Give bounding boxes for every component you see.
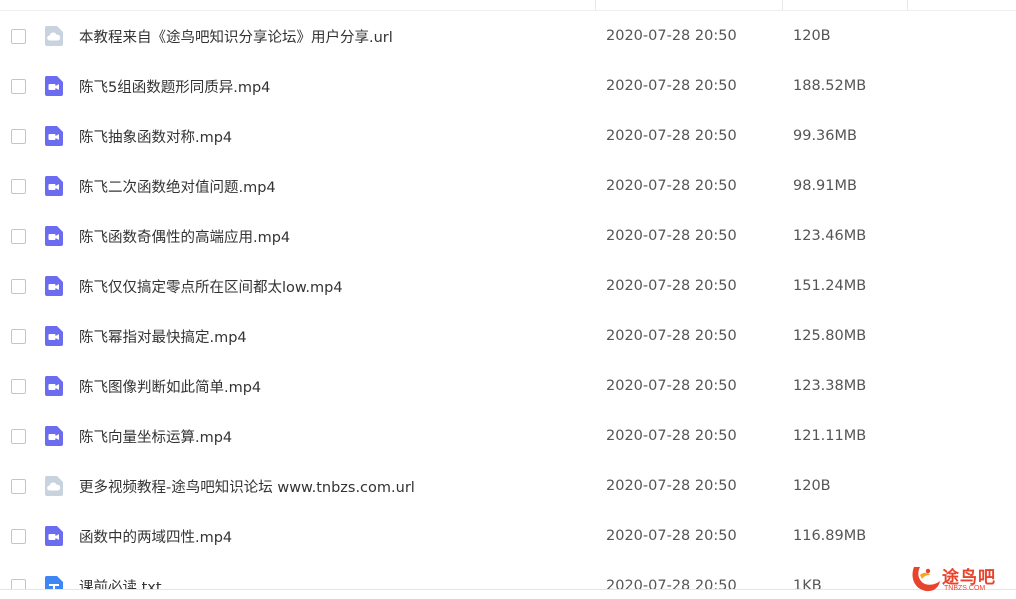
file-size: 123.38MB bbox=[793, 378, 867, 394]
row-checkbox[interactable] bbox=[11, 178, 26, 194]
file-modified-date: 2020-07-28 20:50 bbox=[606, 378, 737, 394]
row-checkbox[interactable] bbox=[11, 378, 26, 394]
video-file-icon[interactable] bbox=[43, 425, 65, 447]
file-row[interactable]: 陈飞抽象函数对称.mp4 2020-07-28 20:50 99.36MB bbox=[0, 111, 1016, 161]
file-name[interactable]: 陈飞5组函数题形同质异.mp4 bbox=[79, 76, 270, 97]
file-size: 120B bbox=[793, 28, 831, 44]
row-checkbox[interactable] bbox=[11, 28, 26, 44]
watermark-subtext: TNBZS.COM bbox=[944, 585, 986, 592]
file-row[interactable]: 陈飞5组函数题形同质异.mp4 2020-07-28 20:50 188.52M… bbox=[0, 61, 1016, 111]
column-divider[interactable] bbox=[907, 0, 908, 10]
file-size: 151.24MB bbox=[793, 278, 867, 294]
file-name[interactable]: 陈飞幂指对最快搞定.mp4 bbox=[79, 326, 247, 347]
row-checkbox[interactable] bbox=[11, 328, 26, 344]
file-name[interactable]: 函数中的两域四性.mp4 bbox=[79, 526, 232, 547]
file-name[interactable]: 更多视频教程-途鸟吧知识论坛 www.tnbzs.com.url bbox=[79, 476, 415, 497]
link-file-icon[interactable] bbox=[43, 475, 65, 497]
video-file-icon[interactable] bbox=[43, 525, 65, 547]
file-modified-date: 2020-07-28 20:50 bbox=[606, 128, 737, 144]
file-row[interactable]: 陈飞图像判断如此简单.mp4 2020-07-28 20:50 123.38MB bbox=[0, 361, 1016, 411]
file-list: 本教程来自《途鸟吧知识分享论坛》用户分享.url 2020-07-28 20:5… bbox=[0, 11, 1016, 599]
file-modified-date: 2020-07-28 20:50 bbox=[606, 78, 737, 94]
file-name[interactable]: 陈飞函数奇偶性的高端应用.mp4 bbox=[79, 226, 290, 247]
file-size: 123.46MB bbox=[793, 228, 867, 244]
video-file-icon[interactable] bbox=[43, 225, 65, 247]
file-row[interactable]: 陈飞向量坐标运算.mp4 2020-07-28 20:50 121.11MB bbox=[0, 411, 1016, 461]
video-file-icon[interactable] bbox=[43, 375, 65, 397]
file-modified-date: 2020-07-28 20:50 bbox=[606, 178, 737, 194]
file-size: 125.80MB bbox=[793, 328, 867, 344]
file-size: 188.52MB bbox=[793, 78, 867, 94]
row-checkbox[interactable] bbox=[11, 428, 26, 444]
row-checkbox[interactable] bbox=[11, 228, 26, 244]
column-divider[interactable] bbox=[595, 0, 596, 10]
file-modified-date: 2020-07-28 20:50 bbox=[606, 278, 737, 294]
video-file-icon[interactable] bbox=[43, 275, 65, 297]
column-header-strip bbox=[0, 0, 1016, 11]
video-file-icon[interactable] bbox=[43, 125, 65, 147]
link-file-icon[interactable] bbox=[43, 25, 65, 47]
file-name[interactable]: 陈飞抽象函数对称.mp4 bbox=[79, 126, 232, 147]
file-modified-date: 2020-07-28 20:50 bbox=[606, 428, 737, 444]
file-modified-date: 2020-07-28 20:50 bbox=[606, 528, 737, 544]
file-modified-date: 2020-07-28 20:50 bbox=[606, 478, 737, 494]
file-size: 116.89MB bbox=[793, 528, 867, 544]
file-size: 98.91MB bbox=[793, 178, 857, 194]
file-row[interactable]: 陈飞仅仅搞定零点所在区间都太low.mp4 2020-07-28 20:50 1… bbox=[0, 261, 1016, 311]
row-checkbox[interactable] bbox=[11, 78, 26, 94]
file-name[interactable]: 陈飞向量坐标运算.mp4 bbox=[79, 426, 232, 447]
file-size: 121.11MB bbox=[793, 428, 867, 444]
file-modified-date: 2020-07-28 20:50 bbox=[606, 328, 737, 344]
file-row[interactable]: 本教程来自《途鸟吧知识分享论坛》用户分享.url 2020-07-28 20:5… bbox=[0, 11, 1016, 61]
file-modified-date: 2020-07-28 20:50 bbox=[606, 28, 737, 44]
video-file-icon[interactable] bbox=[43, 325, 65, 347]
row-checkbox[interactable] bbox=[11, 528, 26, 544]
file-browser-viewport: 本教程来自《途鸟吧知识分享论坛》用户分享.url 2020-07-28 20:5… bbox=[0, 0, 1016, 599]
file-row[interactable]: 陈飞函数奇偶性的高端应用.mp4 2020-07-28 20:50 123.46… bbox=[0, 211, 1016, 261]
row-checkbox[interactable] bbox=[11, 278, 26, 294]
watermark-logo: 途鸟吧 TNBZS.COM bbox=[908, 561, 1006, 597]
file-row[interactable]: 陈飞二次函数绝对值问题.mp4 2020-07-28 20:50 98.91MB bbox=[0, 161, 1016, 211]
video-file-icon[interactable] bbox=[43, 175, 65, 197]
file-row[interactable]: 陈飞幂指对最快搞定.mp4 2020-07-28 20:50 125.80MB bbox=[0, 311, 1016, 361]
file-row[interactable]: 更多视频教程-途鸟吧知识论坛 www.tnbzs.com.url 2020-07… bbox=[0, 461, 1016, 511]
file-modified-date: 2020-07-28 20:50 bbox=[606, 228, 737, 244]
file-row[interactable]: 函数中的两域四性.mp4 2020-07-28 20:50 116.89MB bbox=[0, 511, 1016, 561]
bird-logo-icon bbox=[912, 567, 940, 592]
file-name[interactable]: 陈飞二次函数绝对值问题.mp4 bbox=[79, 176, 276, 197]
file-name[interactable]: 陈飞图像判断如此简单.mp4 bbox=[79, 376, 261, 397]
file-name[interactable]: 陈飞仅仅搞定零点所在区间都太low.mp4 bbox=[79, 276, 343, 297]
list-bottom-edge bbox=[0, 589, 1016, 599]
file-size: 120B bbox=[793, 478, 831, 494]
column-divider[interactable] bbox=[782, 0, 783, 10]
file-name[interactable]: 本教程来自《途鸟吧知识分享论坛》用户分享.url bbox=[79, 26, 393, 47]
video-file-icon[interactable] bbox=[43, 75, 65, 97]
file-size: 99.36MB bbox=[793, 128, 857, 144]
row-checkbox[interactable] bbox=[11, 128, 26, 144]
row-checkbox[interactable] bbox=[11, 478, 26, 494]
